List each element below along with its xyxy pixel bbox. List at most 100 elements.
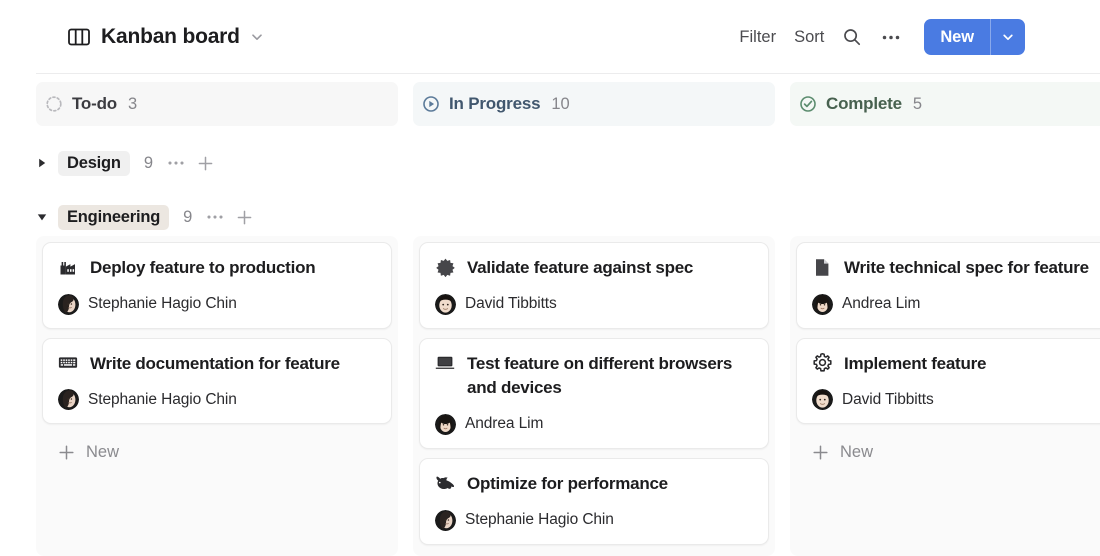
- dashed-circle-icon: [45, 95, 63, 113]
- kanban-board-icon: [68, 27, 90, 47]
- column-name: To-do: [72, 94, 117, 113]
- column-count: 5: [912, 94, 923, 113]
- assignee-name: David Tibbitts: [465, 295, 557, 313]
- column-count: 3: [127, 94, 138, 113]
- card-title-row: Write documentation for feature: [58, 352, 377, 377]
- card-title: Test feature on different browsers and d…: [467, 353, 733, 398]
- task-card[interactable]: Write documentation for feature Stephanie…: [42, 337, 392, 425]
- column-header-complete[interactable]: Complete 5: [790, 82, 1100, 126]
- card-title-row: Deploy feature to production: [58, 256, 377, 281]
- avatar: [435, 413, 456, 435]
- assignee-name: Stephanie Hagio Chin: [88, 390, 237, 408]
- column-name: In Progress: [449, 94, 541, 113]
- column-header-in-progress[interactable]: In Progress 10: [413, 82, 775, 126]
- add-card-label: New: [840, 443, 874, 462]
- filter-button[interactable]: Filter: [730, 22, 785, 53]
- group-row-design: Design 9: [36, 136, 1066, 190]
- card-assignee[interactable]: David Tibbitts: [812, 389, 1100, 411]
- card-assignee[interactable]: Andrea Lim: [812, 293, 1100, 315]
- document-icon: [812, 256, 832, 278]
- new-split-button: New: [924, 19, 1025, 55]
- avatar: [58, 293, 79, 315]
- column-count: 10: [551, 94, 570, 113]
- triangle-right-icon[interactable]: [36, 157, 58, 169]
- assignee-name: Andrea Lim: [842, 295, 921, 313]
- card-title-row: Write technical spec for feature: [812, 256, 1100, 281]
- card-list-complete: Write technical spec for feature Andrea L…: [790, 236, 1100, 468]
- card-assignee[interactable]: David Tibbitts: [435, 293, 754, 315]
- card-title: Optimize for performance: [467, 473, 668, 493]
- card-assignee[interactable]: Stephanie Hagio Chin: [58, 293, 377, 315]
- group-name[interactable]: Design: [58, 150, 130, 176]
- keyboard-icon: [58, 352, 78, 374]
- avatar: [435, 509, 456, 531]
- ellipsis-icon[interactable]: [205, 209, 225, 225]
- ellipsis-icon[interactable]: [871, 20, 911, 54]
- add-card-button-todo[interactable]: New: [42, 433, 392, 462]
- card-assignee[interactable]: Stephanie Hagio Chin: [435, 509, 754, 531]
- new-button[interactable]: New: [924, 19, 990, 55]
- play-circle-icon: [422, 95, 440, 113]
- group-name[interactable]: Engineering: [58, 204, 170, 230]
- card-title-row: Test feature on different browsers and d…: [435, 352, 754, 401]
- card-assignee[interactable]: Stephanie Hagio Chin: [58, 389, 377, 411]
- column-body-in-progress: Validate feature against spec David Tibbi…: [413, 236, 775, 556]
- check-circle-icon: [799, 95, 817, 113]
- column-body-todo: Deploy feature to production Stephanie Ha…: [36, 236, 398, 556]
- sort-button[interactable]: Sort: [785, 22, 833, 53]
- add-card-button-complete[interactable]: New: [796, 433, 1100, 462]
- card-list-in-progress: Validate feature against spec David Tibbi…: [413, 236, 775, 556]
- plus-icon: [58, 444, 75, 461]
- new-button-chevron-down-icon[interactable]: [991, 19, 1025, 55]
- task-card[interactable]: Deploy feature to production Stephanie Ha…: [42, 242, 392, 329]
- column-body-complete: Write technical spec for feature Andrea L…: [790, 236, 1100, 556]
- group-count: 9: [183, 207, 193, 226]
- card-title: Write documentation for feature: [90, 353, 340, 373]
- header-divider: [36, 73, 1100, 74]
- avatar: [58, 389, 79, 411]
- card-title-row: Optimize for performance: [435, 472, 754, 497]
- task-card[interactable]: Optimize for performance Stephanie Hagio …: [419, 457, 769, 545]
- assignee-name: Andrea Lim: [465, 415, 544, 433]
- triangle-down-icon[interactable]: [36, 211, 58, 223]
- column-header-todo[interactable]: To-do 3: [36, 82, 398, 126]
- card-title: Write technical spec for feature: [844, 258, 1089, 277]
- avatar: [812, 389, 833, 411]
- card-title-row: Validate feature against spec: [435, 256, 754, 281]
- assignee-name: David Tibbitts: [842, 390, 934, 408]
- card-title: Validate feature against spec: [467, 258, 694, 277]
- group-rows: Design 9 Engineering 9: [36, 136, 1066, 244]
- rabbit-icon: [435, 472, 455, 494]
- laptop-icon: [435, 352, 455, 374]
- assignee-name: Stephanie Hagio Chin: [88, 295, 237, 313]
- task-card[interactable]: Implement feature David Tibbitts: [796, 337, 1100, 425]
- add-card-label: New: [86, 443, 120, 462]
- toolbar-actions: Filter Sort New: [730, 19, 1025, 55]
- plus-icon[interactable]: [236, 209, 253, 226]
- column-name: Complete: [826, 94, 902, 113]
- avatar: [435, 293, 456, 315]
- plus-icon: [812, 444, 829, 461]
- card-title: Deploy feature to production: [90, 258, 316, 277]
- task-card[interactable]: Test feature on different browsers and d…: [419, 337, 769, 449]
- group-count: 9: [143, 153, 153, 172]
- avatar: [812, 293, 833, 315]
- factory-icon: [58, 256, 78, 278]
- card-list-todo: Deploy feature to production Stephanie Ha…: [36, 236, 398, 468]
- board-title-group[interactable]: Kanban board: [68, 25, 264, 49]
- task-card[interactable]: Write technical spec for feature Andrea L…: [796, 242, 1100, 329]
- task-card[interactable]: Validate feature against spec David Tibbi…: [419, 242, 769, 329]
- starburst-icon: [435, 256, 455, 278]
- top-toolbar: Kanban board Filter Sort New: [0, 0, 1100, 74]
- card-title-row: Implement feature: [812, 352, 1100, 377]
- plus-icon[interactable]: [197, 155, 214, 172]
- search-icon[interactable]: [833, 20, 871, 54]
- card-assignee[interactable]: Andrea Lim: [435, 413, 754, 435]
- gear-icon: [812, 352, 832, 374]
- card-title: Implement feature: [844, 353, 987, 373]
- group-row-engineering: Engineering 9: [36, 190, 1066, 244]
- chevron-down-icon[interactable]: [250, 30, 264, 44]
- ellipsis-icon[interactable]: [166, 155, 186, 171]
- page-title: Kanban board: [101, 25, 240, 48]
- kanban-board-app: Kanban board Filter Sort New To-do 3 Dep…: [0, 0, 1100, 556]
